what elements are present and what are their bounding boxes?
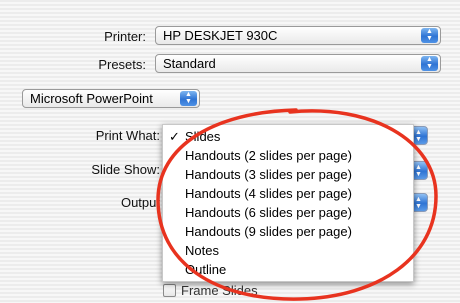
slide-show-label: Slide Show: bbox=[91, 162, 160, 177]
frame-slides-checkbox[interactable] bbox=[163, 284, 176, 297]
presets-popup[interactable]: Standard ▲ ▼ bbox=[155, 54, 441, 73]
menu-item-label: Handouts (9 slides per page) bbox=[185, 224, 352, 239]
popup-arrows-icon: ▲ ▼ bbox=[421, 56, 438, 71]
checkmark-icon: ✓ bbox=[169, 129, 180, 144]
printer-value: HP DESKJET 930C bbox=[163, 28, 278, 43]
presets-label: Presets: bbox=[98, 57, 146, 72]
popup-arrows-icon: ▲ ▼ bbox=[421, 28, 438, 43]
presets-value: Standard bbox=[163, 56, 216, 71]
print-what-label: Print What: bbox=[95, 128, 160, 143]
menu-item-handouts-9[interactable]: Handouts (9 slides per page) bbox=[163, 222, 413, 241]
menu-item-handouts-6[interactable]: Handouts (6 slides per page) bbox=[163, 203, 413, 222]
print-what-menu[interactable]: ✓ Slides Handouts (2 slides per page) Ha… bbox=[162, 124, 414, 282]
menu-item-outline[interactable]: Outline bbox=[163, 260, 413, 279]
output-label: Output bbox=[120, 195, 160, 210]
menu-item-label: Slides bbox=[185, 129, 221, 144]
printer-label: Printer: bbox=[104, 29, 146, 44]
menu-item-handouts-3[interactable]: Handouts (3 slides per page) bbox=[163, 165, 413, 184]
popup-arrows-icon: ▲ ▼ bbox=[180, 91, 197, 106]
menu-item-label: Handouts (3 slides per page) bbox=[185, 167, 352, 182]
menu-item-label: Handouts (4 slides per page) bbox=[185, 186, 352, 201]
menu-item-label: Handouts (2 slides per page) bbox=[185, 148, 352, 163]
section-popup[interactable]: Microsoft PowerPoint ▲ ▼ bbox=[22, 89, 200, 108]
menu-item-notes[interactable]: Notes bbox=[163, 241, 413, 260]
menu-item-label: Notes bbox=[185, 243, 219, 258]
menu-item-handouts-2[interactable]: Handouts (2 slides per page) bbox=[163, 146, 413, 165]
menu-item-label: Handouts (6 slides per page) bbox=[185, 205, 352, 220]
menu-item-label: Outline bbox=[185, 262, 227, 277]
printer-popup[interactable]: HP DESKJET 930C ▲ ▼ bbox=[155, 26, 441, 45]
menu-item-slides[interactable]: ✓ Slides bbox=[163, 127, 413, 146]
menu-item-handouts-4[interactable]: Handouts (4 slides per page) bbox=[163, 184, 413, 203]
frame-slides-label: Frame Slides bbox=[181, 283, 258, 298]
section-value: Microsoft PowerPoint bbox=[30, 91, 153, 106]
